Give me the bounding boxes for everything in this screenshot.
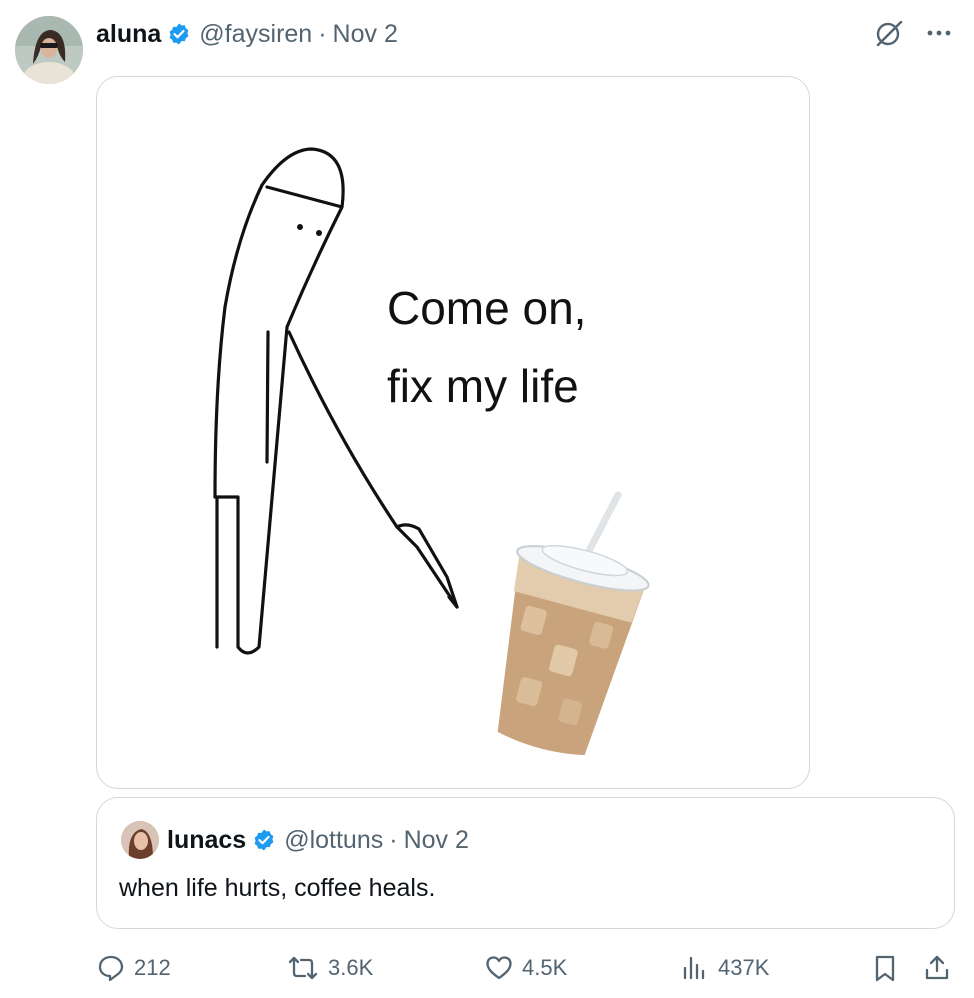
quote-date: Nov 2 — [403, 825, 469, 854]
verified-badge-icon — [167, 22, 191, 46]
bookmark-button[interactable] — [870, 948, 900, 988]
bookmark-icon — [875, 955, 895, 982]
separator-dot: · — [318, 19, 327, 48]
author-name[interactable]: aluna — [96, 20, 161, 49]
quote-author-avatar[interactable] — [121, 821, 159, 859]
grok-icon[interactable] — [874, 18, 904, 53]
reply-icon — [98, 955, 124, 982]
action-bar: 212 3.6K 4.5K 437K — [0, 948, 974, 988]
tweet-media-image[interactable]: Come on, fix my life — [96, 76, 810, 789]
analytics-icon — [683, 956, 705, 980]
view-count: 437K — [718, 955, 770, 980]
more-options-icon[interactable] — [926, 18, 952, 53]
share-button[interactable] — [922, 948, 952, 988]
views-button[interactable]: 437K — [680, 948, 769, 988]
quote-text: when life hurts, coffee heals. — [119, 874, 436, 902]
repost-icon — [288, 956, 318, 980]
tweet-header: aluna @faysiren · Nov 2 — [96, 17, 398, 51]
like-count: 4.5K — [522, 955, 568, 980]
stick-figure-illustration — [213, 147, 650, 756]
header-actions — [874, 18, 952, 53]
reply-button[interactable]: 212 — [96, 948, 171, 988]
separator-dot: · — [389, 825, 398, 854]
author-avatar[interactable] — [15, 16, 83, 84]
verified-badge-icon — [252, 828, 276, 852]
repost-count: 3.6K — [328, 955, 374, 980]
author-handle[interactable]: @faysiren — [199, 20, 312, 49]
quoted-tweet[interactable]: lunacs @lottuns · Nov 2 when life hurts,… — [96, 797, 955, 929]
tweet-date[interactable]: Nov 2 — [333, 20, 398, 49]
share-icon — [925, 955, 949, 980]
repost-button[interactable]: 3.6K — [286, 948, 373, 988]
heart-icon — [486, 956, 512, 980]
quote-author-name: lunacs — [167, 825, 247, 854]
like-button[interactable]: 4.5K — [484, 948, 567, 988]
meme-caption: Come on, fix my life — [387, 282, 587, 412]
quote-header: lunacs @lottuns · Nov 2 — [167, 821, 469, 859]
reply-count: 212 — [134, 955, 171, 980]
quote-author-handle: @lottuns — [284, 825, 384, 854]
